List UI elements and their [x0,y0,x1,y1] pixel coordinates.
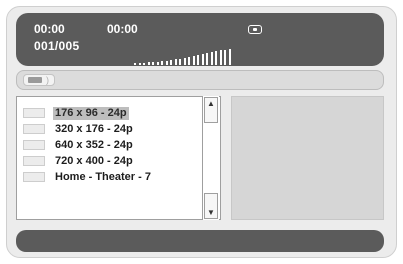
list-item-label: 720 x 400 - 24p [55,155,133,167]
level-meter-bar [188,57,190,65]
breadcrumb-folder[interactable]: ) [23,74,55,86]
audio-level-meter-icon [134,45,244,65]
level-meter-bar [174,59,177,65]
level-meter-bar [192,56,195,65]
file-thumbnail [23,124,45,134]
file-thumbnail [23,108,45,118]
level-meter-bar [170,60,172,65]
file-list: 176 x 96 - 24p 320 x 176 - 24p 640 x 352… [16,96,221,220]
scroll-down-arrow-icon[interactable]: ▼ [204,193,218,219]
level-meter-bar [143,63,145,65]
level-meter-bar [134,63,136,65]
level-meter-bar [165,61,168,65]
list-item-label: Home - Theater - 7 [55,171,151,183]
folder-icon [28,77,42,83]
list-item[interactable]: Home - Theater - 7 [23,171,201,184]
preview-pane [231,96,384,220]
level-meter-bar [161,61,163,65]
level-meter-bar [152,62,154,65]
level-meter-bar [147,62,150,65]
level-meter-bar [179,59,181,65]
breadcrumb-label: ) [46,75,49,85]
level-meter-bar [210,52,213,65]
list-item-label: 176 x 96 - 24p [53,107,129,120]
level-meter-bar [138,63,141,65]
list-item[interactable]: 640 x 352 - 24p [23,139,201,152]
list-item[interactable]: 176 x 96 - 24p [23,107,201,120]
list-item[interactable]: 320 x 176 - 24p [23,123,201,136]
level-meter-bar [206,53,208,65]
record-indicator-icon [248,25,262,34]
track-counter: 001/005 [34,39,80,53]
list-item[interactable]: 720 x 400 - 24p [23,155,201,168]
level-meter-bar [201,54,204,65]
file-thumbnail [23,156,45,166]
level-meter-bar [228,49,231,65]
list-item-label: 640 x 352 - 24p [55,139,133,151]
time-elapsed: 00:00 [34,22,65,36]
list-item-label: 320 x 176 - 24p [55,123,133,135]
file-thumbnail [23,172,45,182]
breadcrumb[interactable]: ) [16,70,384,90]
list-scrollbar[interactable]: ▲ ▼ [202,96,219,220]
time-total: 00:00 [107,22,138,36]
status-bar: 00:00 00:00 001/005 [16,13,384,66]
level-meter-bar [156,62,159,65]
level-meter-bar [219,50,222,65]
level-meter-bar [224,50,226,65]
bottom-control-bar [16,230,384,252]
level-meter-bar [183,58,186,65]
file-thumbnail [23,140,45,150]
level-meter-bar [197,55,199,65]
level-meter-bar [215,51,217,65]
scroll-up-arrow-icon[interactable]: ▲ [204,97,218,123]
